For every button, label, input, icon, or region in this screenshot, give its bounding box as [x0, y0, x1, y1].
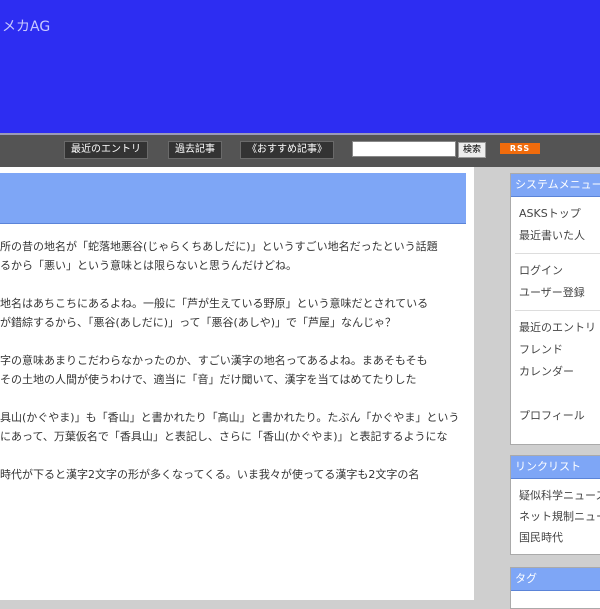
article-paragraph: 所の昔の地名が「蛇落地悪谷(じゃらくちあしだに)」というすごい地名だったという話…	[0, 237, 468, 275]
divider	[515, 253, 600, 254]
nav-recent-entries[interactable]: 最近のエントリ	[64, 141, 148, 159]
search-input[interactable]	[352, 141, 456, 157]
article-line: 時代が下ると漢字2文字の形が多くなってくる。いま我々が使ってる漢字も2文字の名	[0, 468, 420, 481]
link-list-title: リンクリスト	[511, 456, 600, 479]
tags-panel: タグ	[510, 567, 600, 609]
system-menu-title: システムメニュー	[511, 174, 600, 197]
sidebar-item-profile[interactable]: プロフィール	[511, 405, 600, 427]
tags-title: タグ	[511, 568, 600, 591]
sidebar-item-blank	[511, 383, 600, 405]
sidebar-item-recent-writers[interactable]: 最近書いた人	[511, 225, 600, 247]
nav-recommended[interactable]: 《おすすめ記事》	[240, 141, 334, 159]
sidebar-link-kokumin-jidai[interactable]: 国民時代	[511, 527, 600, 548]
main-content: 所の昔の地名が「蛇落地悪谷(じゃらくちあしだに)」というすごい地名だったという話…	[0, 167, 474, 600]
article-paragraph: 具山(かぐやま)」も「香山」と書かれたり「高山」と書かれたり。たぶん「かぐやま」…	[0, 408, 468, 446]
sidebar-link-pseudoscience[interactable]: 疑似科学ニュース	[511, 485, 600, 506]
article-paragraph: 地名はあちこちにあるよね。一般に「芦が生えている野原」という意味だとされている …	[0, 294, 468, 332]
search-button[interactable]: 検索	[458, 142, 487, 158]
article-line: 字の意味あまりこだわらなかったのか、すごい漢字の地名ってあるよね。まあそもそも	[0, 354, 428, 367]
link-list-panel: リンクリスト 疑似科学ニュース ネット規制ニュース 国民時代	[510, 455, 600, 555]
article-line: 地名はあちこちにあるよね。一般に「芦が生えている野原」という意味だとされている	[0, 297, 429, 310]
entry-title-bar	[0, 173, 466, 224]
sidebar-item-login[interactable]: ログイン	[511, 260, 600, 282]
article-line: 具山(かぐやま)」も「香山」と書かれたり「高山」と書かれたり。たぶん「かぐやま」…	[0, 411, 460, 424]
article-body: 所の昔の地名が「蛇落地悪谷(じゃらくちあしだに)」というすごい地名だったという話…	[0, 237, 468, 503]
article-line: が錯綜するから、「悪谷(あしだに)」って「悪谷(あしや)」で「芦屋」なんじゃ？	[0, 316, 397, 329]
article-line: その土地の人間が使うわけで、適当に「音」だけ聞いて、漢字を当てはめてたりした	[0, 373, 417, 386]
nav-bar: 最近のエントリ 過去記事 《おすすめ記事》 検索 RSS	[0, 135, 600, 167]
article-paragraph: 時代が下ると漢字2文字の形が多くなってくる。いま我々が使ってる漢字も2文字の名	[0, 465, 468, 484]
site-header: メカAG	[0, 0, 600, 135]
article-paragraph: 字の意味あまりこだわらなかったのか、すごい漢字の地名ってあるよね。まあそもそも …	[0, 351, 468, 389]
divider	[515, 310, 600, 311]
sidebar-link-net-regulation[interactable]: ネット規制ニュース	[511, 506, 600, 527]
rss-badge[interactable]: RSS	[500, 143, 540, 154]
article-line: 所の昔の地名が「蛇落地悪谷(じゃらくちあしだに)」というすごい地名だったという話…	[0, 240, 438, 253]
sidebar: システムメニュー ASKSトップ 最近書いた人 ログイン ユーザー登録 最近のエ…	[506, 167, 600, 609]
article-line: にあって、万葉仮名で「香具山」と表記し、さらに「香山(かぐやま)」と表記するよう…	[0, 430, 448, 443]
sidebar-item-calendar[interactable]: カレンダー	[511, 361, 600, 383]
article-line: るから「悪い」という意味とは限らないと思うんだけどね。	[0, 259, 297, 272]
sidebar-item-register[interactable]: ユーザー登録	[511, 282, 600, 304]
nav-archive[interactable]: 過去記事	[168, 141, 222, 159]
sidebar-item-recent-entries[interactable]: 最近のエントリ	[511, 317, 600, 339]
site-title[interactable]: メカAG	[2, 16, 50, 36]
system-menu-panel: システムメニュー ASKSトップ 最近書いた人 ログイン ユーザー登録 最近のエ…	[510, 173, 600, 445]
sidebar-item-asks-top[interactable]: ASKSトップ	[511, 203, 600, 225]
sidebar-item-friends[interactable]: フレンド	[511, 339, 600, 361]
